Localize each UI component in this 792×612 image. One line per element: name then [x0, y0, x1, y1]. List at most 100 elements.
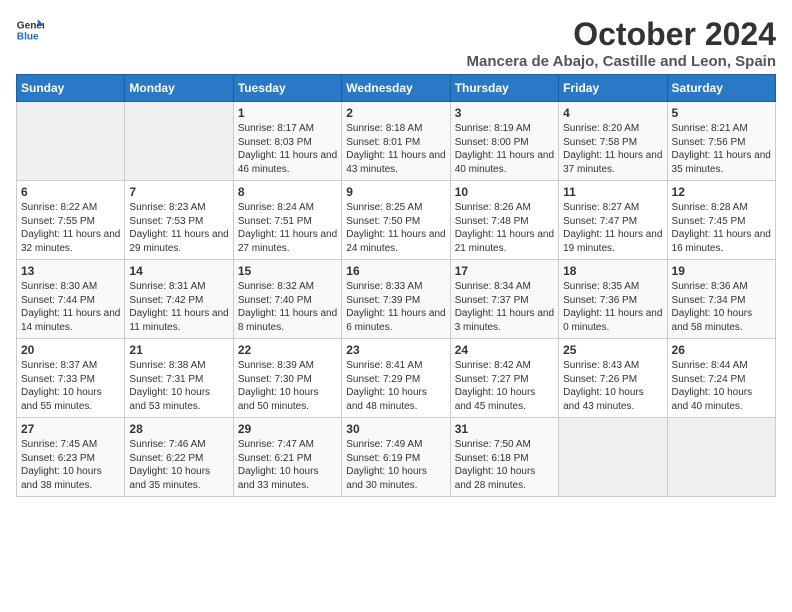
- day-info: Sunrise: 7:47 AMSunset: 6:21 PMDaylight:…: [238, 438, 337, 492]
- calendar-cell: 18 Sunrise: 8:35 AMSunset: 7:36 PMDayligh…: [559, 260, 667, 339]
- day-info: Sunrise: 7:46 AMSunset: 6:22 PMDaylight:…: [129, 438, 228, 492]
- day-info: Sunrise: 8:22 AMSunset: 7:55 PMDaylight:…: [21, 201, 120, 255]
- day-info: Sunrise: 7:45 AMSunset: 6:23 PMDaylight:…: [21, 438, 120, 492]
- page-header: General Blue October 2024 Mancera de Aba…: [16, 16, 776, 70]
- day-number: 18: [563, 264, 662, 278]
- day-info: Sunrise: 8:18 AMSunset: 8:01 PMDaylight:…: [346, 122, 445, 176]
- calendar-week-row: 13 Sunrise: 8:30 AMSunset: 7:44 PMDayligh…: [17, 260, 776, 339]
- day-number: 25: [563, 343, 662, 357]
- calendar-cell: 2Sunrise: 8:18 AMSunset: 8:01 PMDaylight…: [342, 102, 450, 181]
- day-info: Sunrise: 8:39 AMSunset: 7:30 PMDaylight:…: [238, 359, 337, 413]
- calendar-cell: [125, 102, 233, 181]
- day-number: 31: [455, 422, 554, 436]
- day-info: Sunrise: 8:21 AMSunset: 7:56 PMDaylight:…: [672, 122, 771, 176]
- day-info: Sunrise: 8:30 AMSunset: 7:44 PMDaylight:…: [21, 280, 120, 334]
- day-info: Sunrise: 8:31 AMSunset: 7:42 PMDaylight:…: [129, 280, 228, 334]
- day-number: 5: [672, 106, 771, 120]
- calendar-cell: 25 Sunrise: 8:43 AMSunset: 7:26 PMDayligh…: [559, 339, 667, 418]
- day-info: Sunrise: 8:38 AMSunset: 7:31 PMDaylight:…: [129, 359, 228, 413]
- month-title: October 2024: [466, 16, 776, 53]
- location-subtitle: Mancera de Abajo, Castille and Leon, Spa…: [466, 53, 776, 70]
- day-number: 26: [672, 343, 771, 357]
- day-info: Sunrise: 8:25 AMSunset: 7:50 PMDaylight:…: [346, 201, 445, 255]
- logo: General Blue: [16, 16, 44, 44]
- day-info: Sunrise: 7:49 AMSunset: 6:19 PMDaylight:…: [346, 438, 445, 492]
- day-number: 7: [129, 185, 228, 199]
- calendar-cell: 15Sunrise: 8:32 AMSunset: 7:40 PMDayligh…: [233, 260, 341, 339]
- calendar-cell: 13 Sunrise: 8:30 AMSunset: 7:44 PMDayligh…: [17, 260, 125, 339]
- calendar-cell: 10Sunrise: 8:26 AMSunset: 7:48 PMDayligh…: [450, 181, 558, 260]
- calendar-cell: [667, 418, 775, 497]
- calendar-week-row: 6 Sunrise: 8:22 AMSunset: 7:55 PMDaylight…: [17, 181, 776, 260]
- day-number: 12: [672, 185, 771, 199]
- day-info: Sunrise: 8:24 AMSunset: 7:51 PMDaylight:…: [238, 201, 337, 255]
- day-number: 6: [21, 185, 120, 199]
- day-info: Sunrise: 8:26 AMSunset: 7:48 PMDaylight:…: [455, 201, 554, 255]
- day-info: Sunrise: 8:17 AMSunset: 8:03 PMDaylight:…: [238, 122, 337, 176]
- day-info: Sunrise: 8:23 AMSunset: 7:53 PMDaylight:…: [129, 201, 228, 255]
- title-block: October 2024 Mancera de Abajo, Castille …: [466, 16, 776, 70]
- svg-text:Blue: Blue: [17, 31, 39, 42]
- day-number: 29: [238, 422, 337, 436]
- calendar-cell: 14 Sunrise: 8:31 AMSunset: 7:42 PMDayligh…: [125, 260, 233, 339]
- calendar-cell: 1 Sunrise: 8:17 AMSunset: 8:03 PMDaylight…: [233, 102, 341, 181]
- calendar-cell: 19Sunrise: 8:36 AMSunset: 7:34 PMDayligh…: [667, 260, 775, 339]
- day-number: 27: [21, 422, 120, 436]
- day-info: Sunrise: 8:19 AMSunset: 8:00 PMDaylight:…: [455, 122, 554, 176]
- day-number: 21: [129, 343, 228, 357]
- day-number: 13: [21, 264, 120, 278]
- calendar-cell: 16 Sunrise: 8:33 AMSunset: 7:39 PMDayligh…: [342, 260, 450, 339]
- weekday-header: Wednesday: [342, 75, 450, 102]
- day-info: Sunrise: 8:42 AMSunset: 7:27 PMDaylight:…: [455, 359, 554, 413]
- day-number: 22: [238, 343, 337, 357]
- day-number: 23: [346, 343, 445, 357]
- calendar-cell: 7 Sunrise: 8:23 AMSunset: 7:53 PMDaylight…: [125, 181, 233, 260]
- calendar-cell: 24 Sunrise: 8:42 AMSunset: 7:27 PMDayligh…: [450, 339, 558, 418]
- day-number: 19: [672, 264, 771, 278]
- calendar-cell: [17, 102, 125, 181]
- weekday-header: Saturday: [667, 75, 775, 102]
- day-number: 3: [455, 106, 554, 120]
- calendar-week-row: 27 Sunrise: 7:45 AMSunset: 6:23 PMDayligh…: [17, 418, 776, 497]
- day-info: Sunrise: 8:44 AMSunset: 7:24 PMDaylight:…: [672, 359, 771, 413]
- day-info: Sunrise: 7:50 AMSunset: 6:18 PMDaylight:…: [455, 438, 554, 492]
- day-number: 4: [563, 106, 662, 120]
- logo-icon: General Blue: [16, 16, 44, 44]
- day-info: Sunrise: 8:43 AMSunset: 7:26 PMDaylight:…: [563, 359, 662, 413]
- calendar-cell: 5 Sunrise: 8:21 AMSunset: 7:56 PMDaylight…: [667, 102, 775, 181]
- day-info: Sunrise: 8:41 AMSunset: 7:29 PMDaylight:…: [346, 359, 445, 413]
- weekday-header: Monday: [125, 75, 233, 102]
- day-number: 30: [346, 422, 445, 436]
- calendar-cell: 29 Sunrise: 7:47 AMSunset: 6:21 PMDayligh…: [233, 418, 341, 497]
- day-number: 14: [129, 264, 228, 278]
- calendar-cell: 11 Sunrise: 8:27 AMSunset: 7:47 PMDayligh…: [559, 181, 667, 260]
- calendar-cell: 31 Sunrise: 7:50 AMSunset: 6:18 PMDayligh…: [450, 418, 558, 497]
- day-info: Sunrise: 8:33 AMSunset: 7:39 PMDaylight:…: [346, 280, 445, 334]
- day-number: 16: [346, 264, 445, 278]
- calendar-week-row: 20Sunrise: 8:37 AMSunset: 7:33 PMDayligh…: [17, 339, 776, 418]
- day-number: 24: [455, 343, 554, 357]
- calendar-table: SundayMondayTuesdayWednesdayThursdayFrid…: [16, 74, 776, 497]
- day-number: 11: [563, 185, 662, 199]
- day-info: Sunrise: 8:35 AMSunset: 7:36 PMDaylight:…: [563, 280, 662, 334]
- calendar-cell: 26 Sunrise: 8:44 AMSunset: 7:24 PMDayligh…: [667, 339, 775, 418]
- calendar-cell: 21 Sunrise: 8:38 AMSunset: 7:31 PMDayligh…: [125, 339, 233, 418]
- day-number: 1: [238, 106, 337, 120]
- calendar-cell: 9 Sunrise: 8:25 AMSunset: 7:50 PMDaylight…: [342, 181, 450, 260]
- calendar-cell: 23 Sunrise: 8:41 AMSunset: 7:29 PMDayligh…: [342, 339, 450, 418]
- weekday-row: SundayMondayTuesdayWednesdayThursdayFrid…: [17, 75, 776, 102]
- day-info: Sunrise: 8:32 AMSunset: 7:40 PMDaylight:…: [238, 280, 337, 334]
- day-number: 28: [129, 422, 228, 436]
- calendar-week-row: 1 Sunrise: 8:17 AMSunset: 8:03 PMDaylight…: [17, 102, 776, 181]
- day-info: Sunrise: 8:34 AMSunset: 7:37 PMDaylight:…: [455, 280, 554, 334]
- calendar-cell: 12Sunrise: 8:28 AMSunset: 7:45 PMDayligh…: [667, 181, 775, 260]
- calendar-cell: 20Sunrise: 8:37 AMSunset: 7:33 PMDayligh…: [17, 339, 125, 418]
- day-number: 20: [21, 343, 120, 357]
- day-info: Sunrise: 8:27 AMSunset: 7:47 PMDaylight:…: [563, 201, 662, 255]
- calendar-cell: 17Sunrise: 8:34 AMSunset: 7:37 PMDayligh…: [450, 260, 558, 339]
- day-number: 9: [346, 185, 445, 199]
- calendar-cell: 3 Sunrise: 8:19 AMSunset: 8:00 PMDaylight…: [450, 102, 558, 181]
- calendar-header: SundayMondayTuesdayWednesdayThursdayFrid…: [17, 75, 776, 102]
- calendar-cell: [559, 418, 667, 497]
- calendar-body: 1 Sunrise: 8:17 AMSunset: 8:03 PMDaylight…: [17, 102, 776, 497]
